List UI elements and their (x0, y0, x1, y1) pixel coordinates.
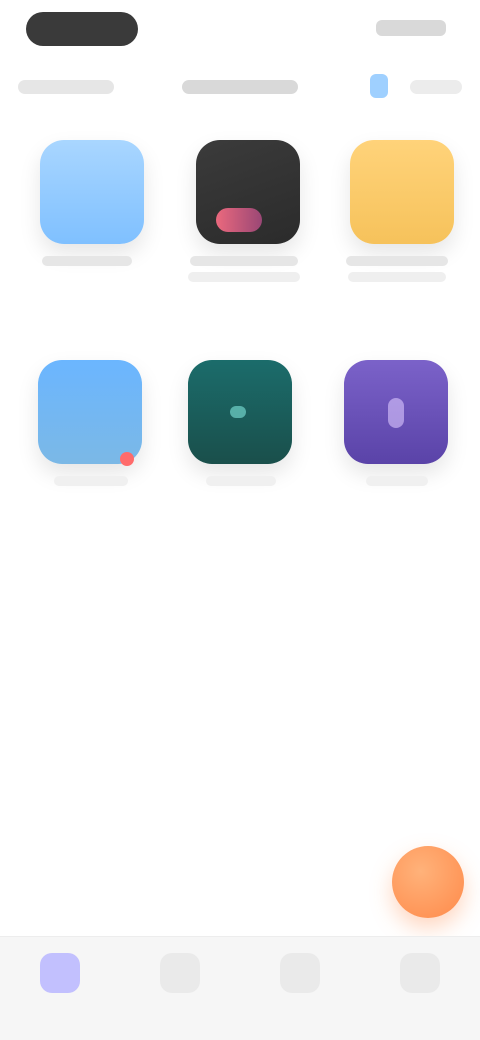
app-tile-6-label (366, 476, 428, 486)
app-tile-4[interactable] (38, 360, 142, 464)
tab-1[interactable] (18, 80, 114, 94)
status-bar (0, 0, 480, 60)
app-tile-4-label (54, 476, 128, 486)
app-tile-3-sublabel (348, 272, 446, 282)
notification-dot-icon (120, 452, 134, 466)
bottom-navigation (0, 936, 480, 1040)
app-tile-2-badge-icon (216, 208, 262, 232)
app-tile-1[interactable] (40, 140, 144, 244)
top-tabs (0, 64, 480, 108)
nav-item-4-icon[interactable] (400, 953, 440, 993)
app-tile-2-label (190, 256, 298, 266)
app-tile-3-label (346, 256, 448, 266)
app-tile-5-label (206, 476, 276, 486)
nav-item-2-icon[interactable] (160, 953, 200, 993)
app-screen (0, 0, 480, 1040)
app-tile-5-glyph-icon (230, 406, 246, 418)
app-tile-3[interactable] (350, 140, 454, 244)
tab-2[interactable] (182, 80, 298, 94)
app-tile-1-label (42, 256, 132, 266)
app-tile-6-glyph-icon (388, 398, 404, 428)
blue-indicator-icon[interactable] (370, 74, 388, 98)
tab-3[interactable] (410, 80, 462, 94)
floating-action-button[interactable] (392, 846, 464, 918)
dynamic-island-pill (26, 12, 138, 46)
nav-item-3-icon[interactable] (280, 953, 320, 993)
app-tile-2-sublabel (188, 272, 300, 282)
status-icons (376, 20, 446, 36)
nav-item-1-icon[interactable] (40, 953, 80, 993)
